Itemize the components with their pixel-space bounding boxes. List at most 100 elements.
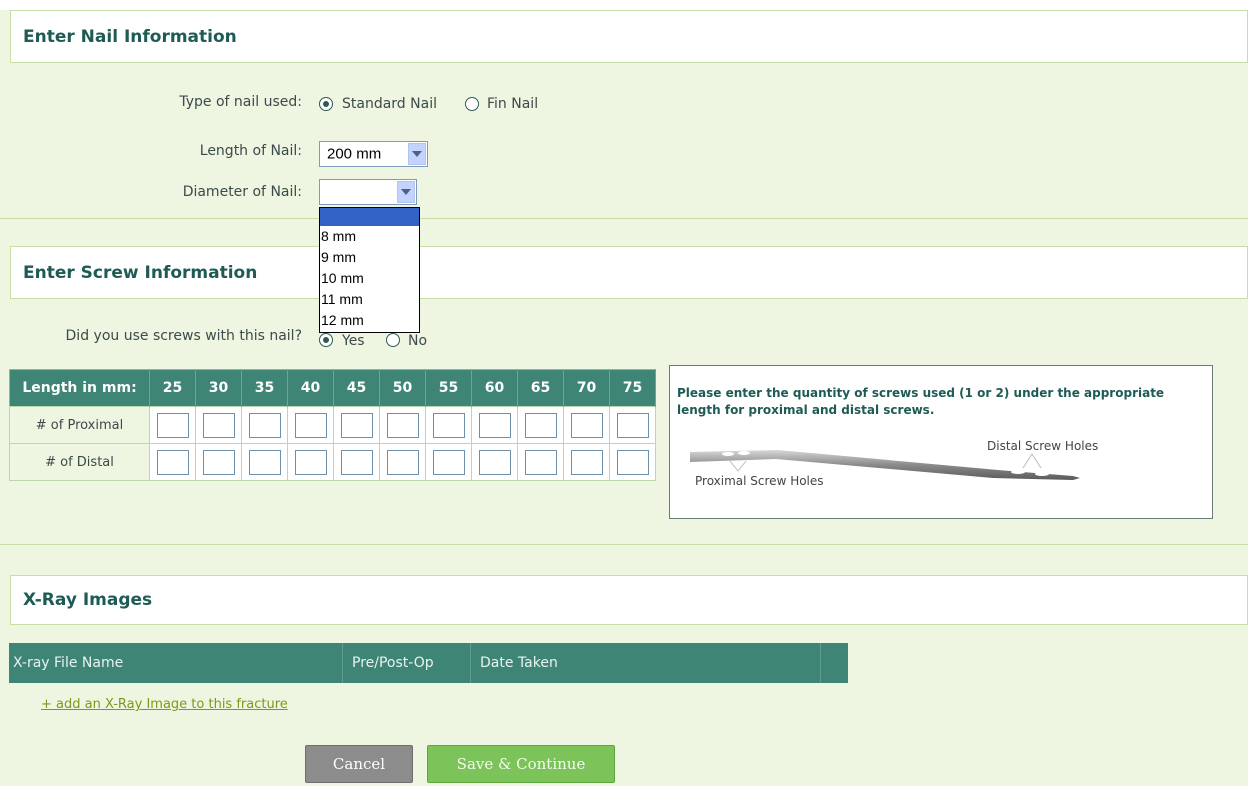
distal-qty-input[interactable] xyxy=(386,449,419,475)
screws-yes-radio[interactable] xyxy=(319,333,333,347)
diameter-option[interactable] xyxy=(320,208,419,226)
diameter-option[interactable]: 12 mm xyxy=(320,310,419,331)
fin-nail-radio[interactable] xyxy=(465,97,479,111)
distal-cell xyxy=(609,443,656,481)
nail-diameter-select[interactable] xyxy=(319,179,417,205)
distal-cell xyxy=(149,443,196,481)
xray-col-date-label: Date Taken xyxy=(480,655,558,671)
proximal-qty-input[interactable] xyxy=(570,412,603,438)
proximal-qty-input[interactable] xyxy=(478,412,511,438)
distal-hole xyxy=(1011,470,1025,474)
proximal-qty-input[interactable] xyxy=(616,412,649,438)
proximal-qty-input[interactable] xyxy=(294,412,327,438)
screw-instructions-box: Please enter the quantity of screws used… xyxy=(669,365,1213,519)
screw-length-header: Length in mm: xyxy=(9,369,150,407)
length-column-header: 25 xyxy=(149,369,196,407)
length-column-header: 60 xyxy=(471,369,518,407)
distal-qty-input[interactable] xyxy=(248,449,281,475)
xray-section-header: X-Ray Images xyxy=(10,575,1248,625)
length-column-header: 50 xyxy=(379,369,426,407)
proximal-cell xyxy=(609,406,656,444)
nail-section-title: Enter Nail Information xyxy=(23,26,237,47)
proximal-qty-input[interactable] xyxy=(386,412,419,438)
xray-col-prepost-label: Pre/Post-Op xyxy=(352,655,434,671)
distal-cell xyxy=(425,443,472,481)
proximal-row: # of Proximal xyxy=(9,406,656,444)
distal-cell xyxy=(379,443,426,481)
screw-section-header: Enter Screw Information xyxy=(10,246,1248,299)
diameter-option[interactable]: 9 mm xyxy=(320,247,419,268)
proximal-hole xyxy=(722,452,734,456)
proximal-cell xyxy=(333,406,380,444)
length-column-header: 40 xyxy=(287,369,334,407)
proximal-cell xyxy=(241,406,288,444)
screws-yes-label[interactable]: Yes xyxy=(342,333,365,349)
distal-qty-input[interactable] xyxy=(340,449,373,475)
distal-qty-input[interactable] xyxy=(432,449,465,475)
xray-section-title: X-Ray Images xyxy=(23,590,153,610)
distal-hole xyxy=(1035,472,1049,476)
proximal-qty-input[interactable] xyxy=(202,412,235,438)
screw-instructions-text: Please enter the quantity of screws used… xyxy=(677,386,1165,417)
xray-table-header: X-ray File Name Pre/Post-Op Date Taken xyxy=(9,643,848,683)
distal-cell xyxy=(287,443,334,481)
proximal-row-label: # of Proximal xyxy=(9,406,150,444)
xray-col-prepost: Pre/Post-Op xyxy=(343,643,471,683)
nail-length-value: 200 mm xyxy=(327,145,382,163)
distal-qty-input[interactable] xyxy=(294,449,327,475)
screws-question: Did you use screws with this nail? xyxy=(65,328,302,344)
save-continue-button[interactable]: Save & Continue xyxy=(427,745,615,783)
proximal-qty-input[interactable] xyxy=(248,412,281,438)
distal-cell xyxy=(333,443,380,481)
xray-col-filename-label: X-ray File Name xyxy=(13,655,124,671)
proximal-hole xyxy=(738,451,750,455)
diameter-option[interactable]: 8 mm xyxy=(320,226,419,247)
nail-length-label: Length of Nail: xyxy=(199,143,302,159)
distal-qty-input[interactable] xyxy=(570,449,603,475)
nail-length-select[interactable]: 200 mm xyxy=(319,141,428,167)
proximal-qty-input[interactable] xyxy=(524,412,557,438)
proximal-cell xyxy=(379,406,426,444)
proximal-cell xyxy=(517,406,564,444)
distal-qty-input[interactable] xyxy=(616,449,649,475)
distal-qty-input[interactable] xyxy=(524,449,557,475)
distal-qty-input[interactable] xyxy=(156,449,189,475)
nail-section-header: Enter Nail Information xyxy=(10,10,1248,63)
proximal-pointer xyxy=(729,460,747,472)
proximal-cell xyxy=(195,406,242,444)
length-column-header: 75 xyxy=(609,369,656,407)
diameter-option[interactable]: 10 mm xyxy=(320,268,419,289)
proximal-qty-input[interactable] xyxy=(156,412,189,438)
proximal-holes-label: Proximal Screw Holes xyxy=(695,474,824,488)
proximal-qty-input[interactable] xyxy=(432,412,465,438)
distal-qty-input[interactable] xyxy=(202,449,235,475)
screw-table-header-row: Length in mm: 25 30 35 40 45 50 55 60 65… xyxy=(9,369,656,407)
chevron-down-icon[interactable] xyxy=(408,143,426,165)
distal-row: # of Distal xyxy=(9,443,656,481)
add-xray-link[interactable]: + add an X-Ray Image to this fracture xyxy=(41,697,288,712)
distal-cell xyxy=(195,443,242,481)
screws-no-label[interactable]: No xyxy=(408,333,427,349)
length-column-header: 35 xyxy=(241,369,288,407)
screw-section-title: Enter Screw Information xyxy=(23,262,258,283)
screw-quantity-table: Length in mm: 25 30 35 40 45 50 55 60 65… xyxy=(9,369,656,481)
chevron-down-icon[interactable] xyxy=(397,181,415,203)
screws-no-radio[interactable] xyxy=(386,333,400,347)
xray-col-filename: X-ray File Name xyxy=(9,643,343,683)
proximal-cell xyxy=(287,406,334,444)
fin-nail-label[interactable]: Fin Nail xyxy=(487,96,538,112)
nail-panel: Enter Nail Information Type of nail used… xyxy=(0,10,1248,219)
distal-cell xyxy=(563,443,610,481)
diameter-option[interactable]: 11 mm xyxy=(320,289,419,310)
cancel-button[interactable]: Cancel xyxy=(305,745,413,783)
length-column-header: 65 xyxy=(517,369,564,407)
length-column-header: 55 xyxy=(425,369,472,407)
distal-cell xyxy=(241,443,288,481)
standard-nail-radio[interactable] xyxy=(319,97,333,111)
distal-qty-input[interactable] xyxy=(478,449,511,475)
distal-row-label: # of Distal xyxy=(9,443,150,481)
distal-holes-label: Distal Screw Holes xyxy=(987,439,1099,453)
proximal-qty-input[interactable] xyxy=(340,412,373,438)
standard-nail-label[interactable]: Standard Nail xyxy=(342,96,437,112)
proximal-cell xyxy=(563,406,610,444)
